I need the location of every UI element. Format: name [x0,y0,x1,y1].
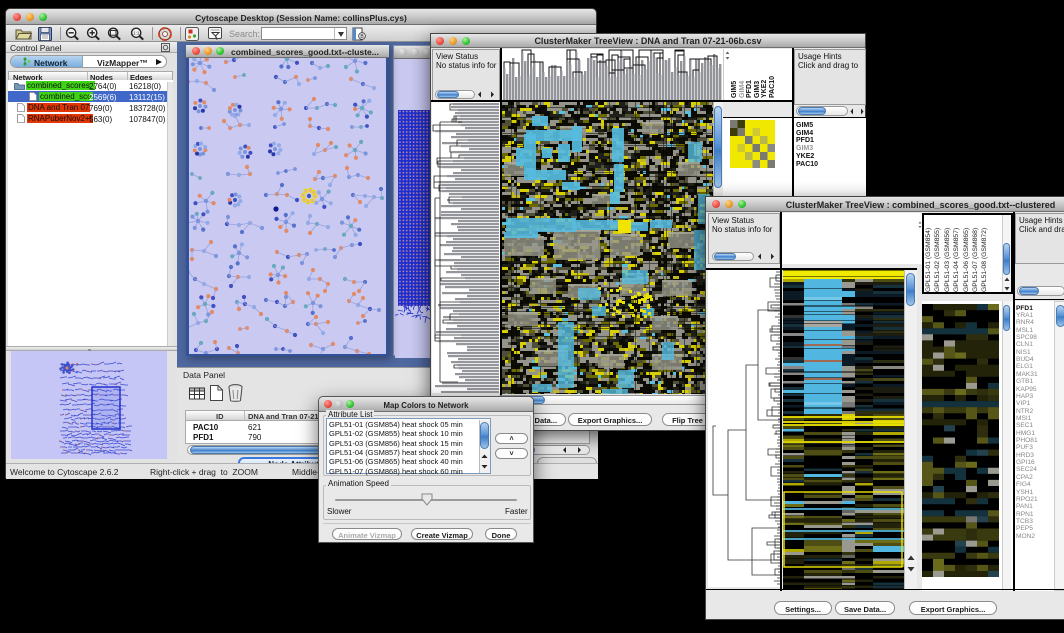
svg-text:1:1: 1:1 [133,31,140,36]
